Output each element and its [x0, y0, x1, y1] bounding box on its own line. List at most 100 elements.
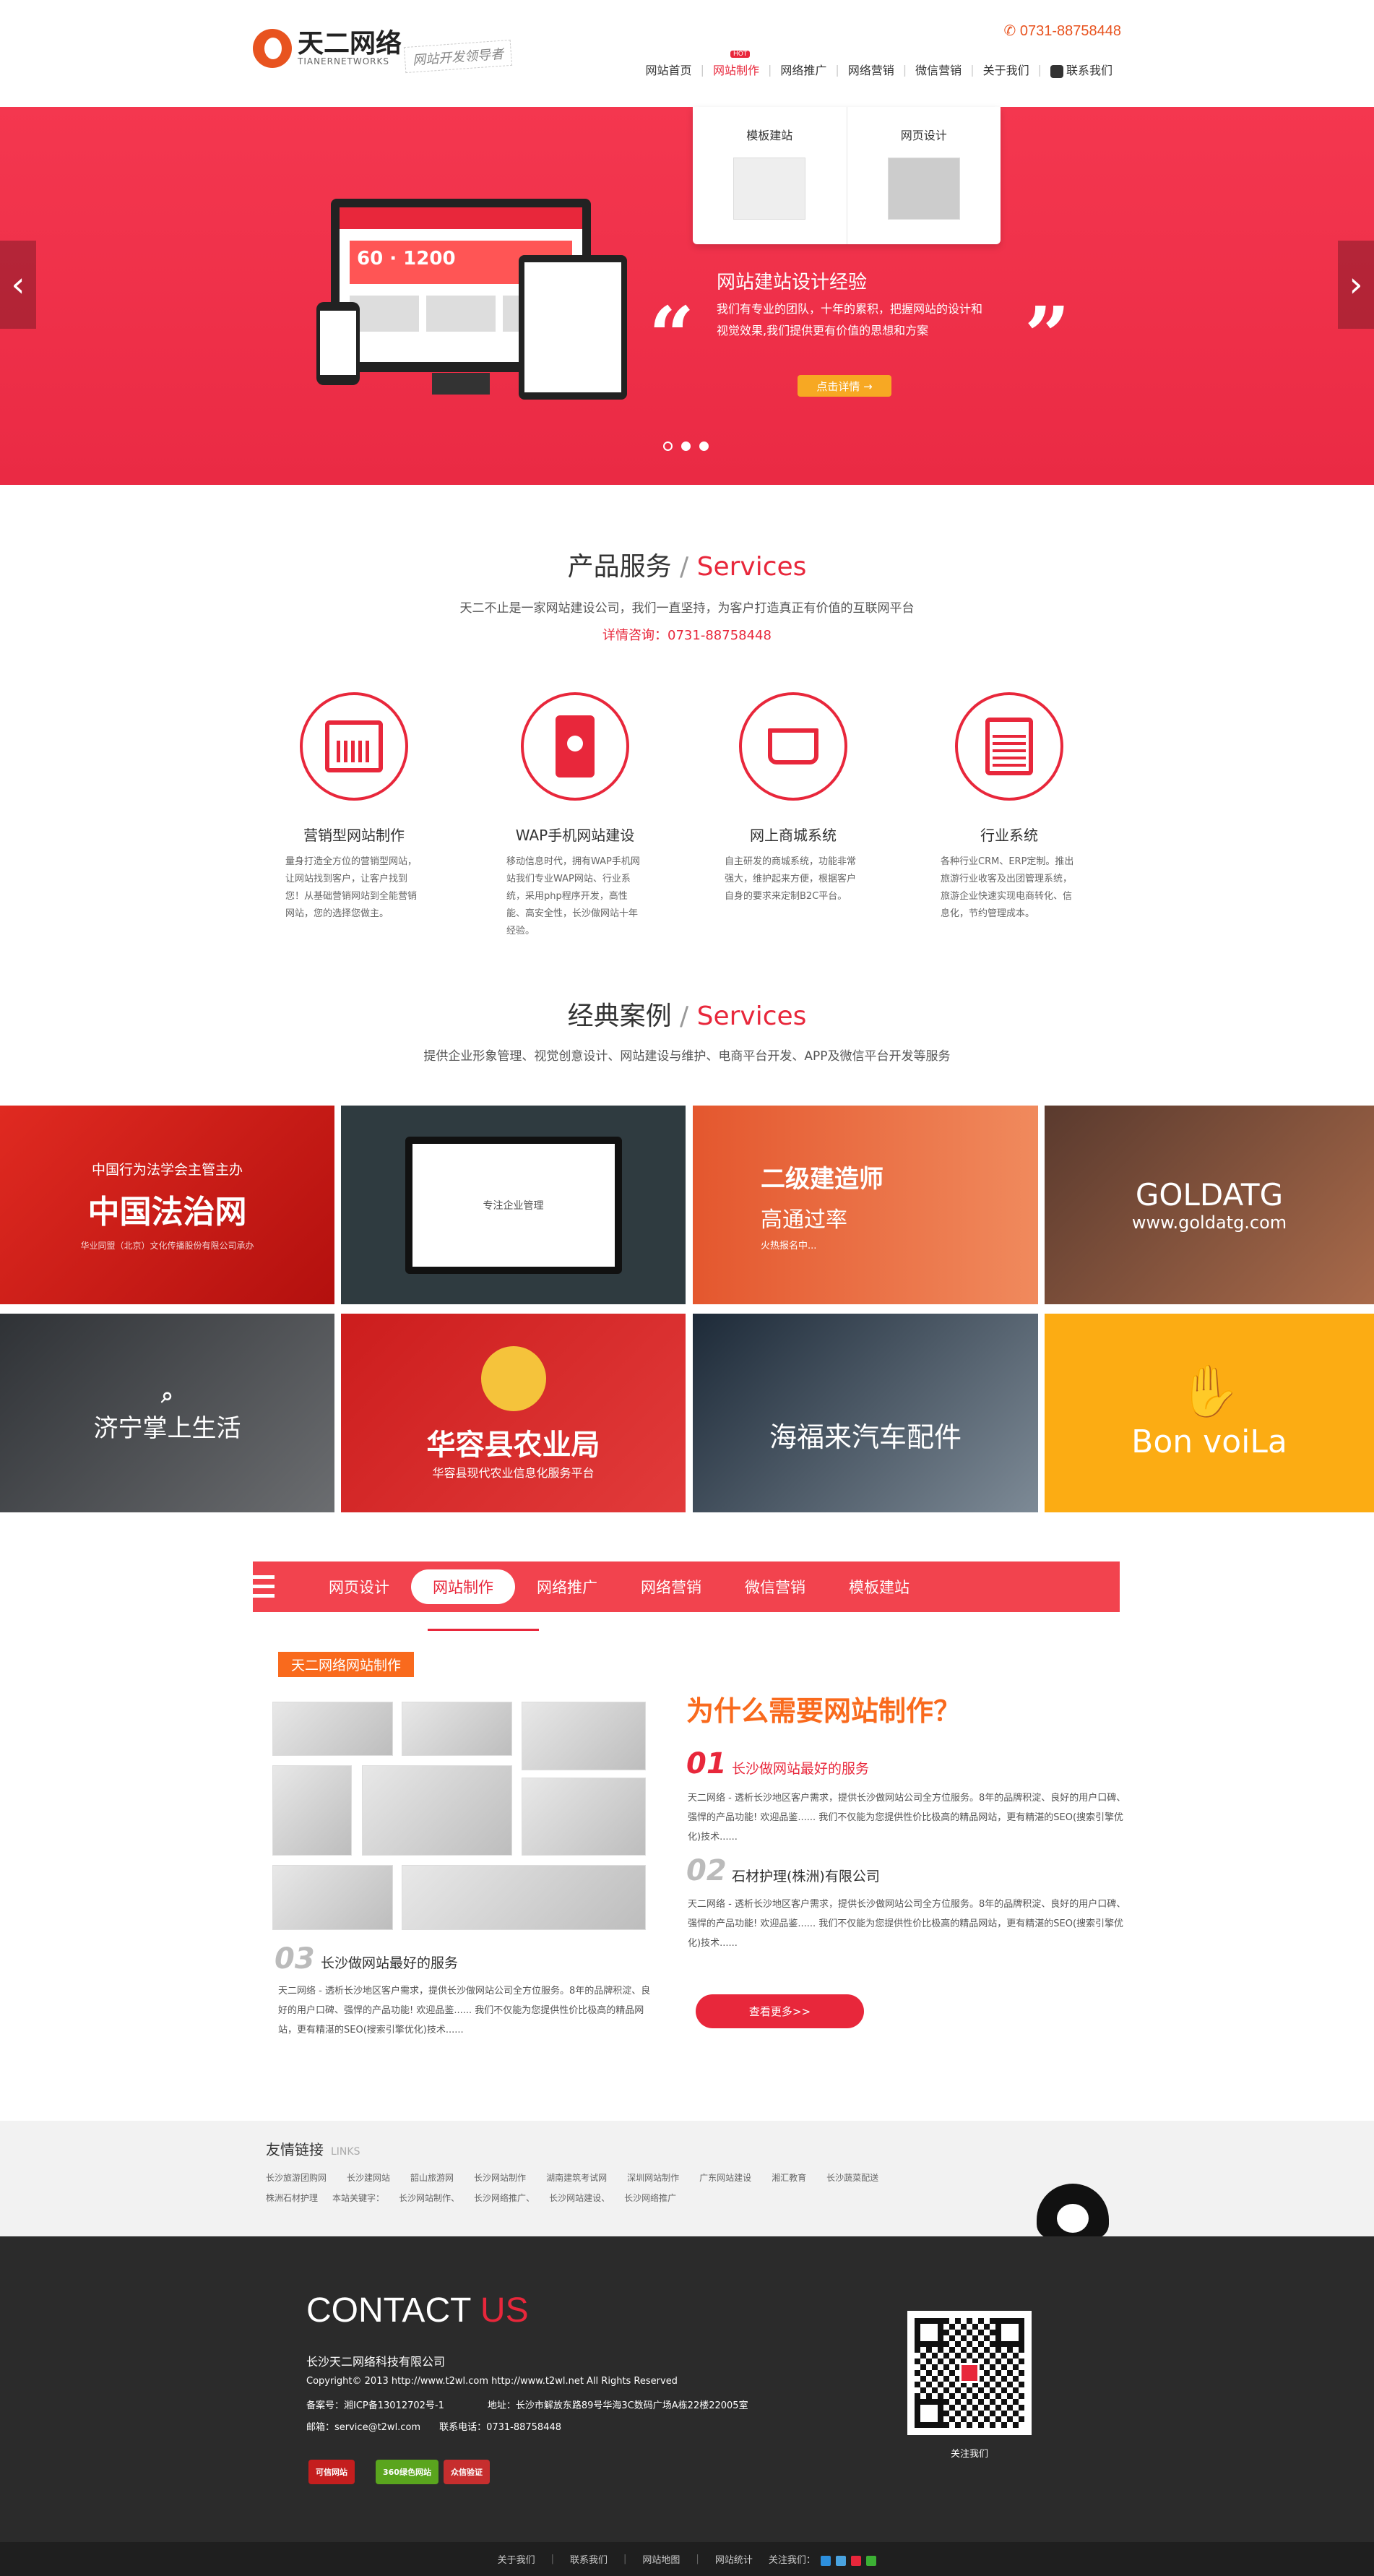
service-title: 营销型网站制作 — [303, 827, 405, 844]
icp-number: 备案号：湘ICP备13012702号-1 地址：长沙市解放东路89号华海3C数码广… — [306, 2400, 748, 2411]
case-legal[interactable]: 中国行为法学会主管主办 中国法治网 华业同盟（北京）文化传播股份有限公司承办 — [0, 1106, 334, 1304]
tab-underline — [428, 1629, 539, 1631]
friend-link[interactable]: 长沙建网站 — [347, 2171, 390, 2184]
wechat-icon[interactable] — [866, 2555, 877, 2566]
tab-website-production[interactable]: 网站制作 — [411, 1569, 515, 1604]
service-card[interactable]: WAP手机网站建设 移动信息时代，拥有WAP手机网站我们专业WAP网站、行业系统… — [492, 692, 658, 940]
item-title[interactable]: 长沙做网站最好的服务 — [732, 1758, 869, 1778]
friend-links: 友情链接 LINKS 长沙旅游团购网 长沙建网站 韶山旅游网 长沙网站制作 湖南建… — [0, 2121, 1374, 2236]
item-title[interactable]: 长沙做网站最好的服务 — [321, 1952, 458, 1972]
news-icon — [955, 692, 1063, 801]
nav-contact[interactable]: 联系我们 — [1042, 61, 1121, 78]
case-devices[interactable]: 专注企业管理 — [341, 1106, 686, 1304]
case-autoparts[interactable]: 海福来汽车配件 — [693, 1314, 1038, 1512]
nav-promotion[interactable]: 网络推广 — [772, 61, 835, 78]
banner-detail-button[interactable]: 点击详情 → — [798, 375, 891, 397]
renren-icon[interactable] — [851, 2555, 862, 2566]
service-text: 移动信息时代，拥有WAP手机网站我们专业WAP网站、行业系统，采用php程序开发… — [506, 856, 640, 936]
user-icon — [1050, 64, 1063, 78]
tab-templates[interactable]: 模板建站 — [827, 1569, 931, 1604]
contact-heading: CONTACT US — [306, 2291, 529, 2330]
footer-link-about[interactable]: 关于我们 — [498, 2552, 535, 2566]
photo-meeting — [272, 1702, 393, 1756]
nav-about[interactable]: 关于我们 — [975, 61, 1038, 78]
friend-link[interactable]: 湘汇教育 — [772, 2171, 806, 2184]
service-card[interactable]: 网上商城系统 自主研发的商城系统，功能非常强大，维护起来方便，根据客户自身的要求… — [710, 692, 876, 905]
case-agriculture[interactable]: 华容县农业局 华容县现代农业信息化服务平台 — [341, 1314, 686, 1512]
friend-link[interactable]: 韶山旅游网 — [410, 2171, 454, 2184]
service-card[interactable]: 营销型网站制作 量身打造全方位的营销型网站，让网站找到客户，让客户找到您！从基础… — [271, 692, 437, 923]
nav-home[interactable]: 网站首页 — [637, 61, 701, 78]
case-jining[interactable]: ⌕ 济宁掌上生活 — [0, 1314, 334, 1512]
verify-badge[interactable]: 众信验证 — [444, 2460, 490, 2484]
360-badge[interactable]: 360绿色网站 — [376, 2460, 438, 2484]
friend-link[interactable]: 湖南建筑考试网 — [546, 2171, 607, 2184]
case-goldatg[interactable]: GOLDATG www.goldatg.com — [1045, 1106, 1374, 1304]
service-text: 量身打造全方位的营销型网站，让网站找到客户，让客户找到您！从基础营销网站到全能营… — [285, 856, 418, 919]
service-card[interactable]: 行业系统 各种行业CRM、ERP定制。推出旅游行业收客及出团管理系统，旅游企业快… — [926, 692, 1092, 923]
friend-link[interactable]: 广东网站建设 — [699, 2171, 751, 2184]
prev-arrow[interactable]: ‹ — [0, 241, 36, 329]
view-more-button[interactable]: 查看更多>> — [696, 1994, 864, 2028]
logo-icon — [253, 29, 292, 68]
friend-link[interactable]: 深圳网站制作 — [627, 2171, 679, 2184]
tab-wechat[interactable]: 微信营销 — [723, 1569, 827, 1604]
dropdown-web-design[interactable]: 网页设计 — [847, 107, 1001, 244]
nav-marketing[interactable]: 网络营销 — [839, 61, 903, 78]
nav-website-label: 网站制作 — [712, 64, 759, 77]
service-title: 行业系统 — [980, 827, 1038, 844]
keywords-label: 本站关键字： — [332, 2193, 385, 2203]
keyword-link[interactable]: 长沙网站制作、 — [399, 2192, 459, 2204]
photo-binders — [272, 1865, 393, 1930]
mobile-icon — [521, 692, 629, 801]
logo-en: TIANERNETWORKS — [298, 56, 389, 66]
friend-link[interactable]: 长沙旅游团购网 — [266, 2171, 327, 2184]
keyword-link[interactable]: 长沙网站建设、 — [549, 2192, 610, 2204]
footer-link-contact[interactable]: 联系我们 — [570, 2552, 608, 2566]
site-header: 天二网络 TIANERNETWORKS 网站开发领导者 ✆ 0731-88758… — [0, 0, 1374, 107]
item-title[interactable]: 石材护理(株洲)有限公司 — [732, 1866, 880, 1885]
qr-label: 关注我们 — [950, 2449, 988, 2460]
contact-info: 邮箱：service@t2wl.com 联系电话：0731-88758448 — [306, 2422, 562, 2433]
slide-dot[interactable] — [681, 441, 691, 451]
trusted-site-badge[interactable]: 可信网站 — [308, 2460, 355, 2484]
copyright: Copyright© 2013 http://www.t2wl.com http… — [306, 2376, 678, 2387]
hot-badge: HOT — [730, 51, 751, 58]
links-row: 长沙旅游团购网 长沙建网站 韶山旅游网 长沙网站制作 湖南建筑考试网 深圳网站制… — [266, 2171, 878, 2184]
dropdown-template-site[interactable]: 模板建站 — [693, 107, 847, 244]
computer-thumbnail — [733, 158, 806, 220]
keyword-link[interactable]: 长沙网络推广 — [624, 2192, 676, 2204]
footer-link-sitemap[interactable]: 网站地图 — [642, 2552, 680, 2566]
weibo-icon[interactable] — [820, 2555, 831, 2566]
nav-wechat[interactable]: 微信营销 — [907, 61, 970, 78]
slide-dot[interactable] — [699, 441, 709, 451]
next-arrow[interactable]: › — [1338, 241, 1374, 329]
hero-banner: ‹ › 60 · 1200 “ ” 网站建站设计经验 我们有专业的团队，十年的累… — [0, 107, 1374, 485]
case-bonvoila[interactable]: ✋ Bon voiLa — [1045, 1314, 1374, 1512]
logo[interactable]: 天二网络 TIANERNETWORKS — [253, 29, 402, 68]
slide-dot[interactable] — [663, 441, 673, 451]
tencent-icon[interactable] — [836, 2555, 847, 2566]
service-text: 各种行业CRM、ERP定制。推出旅游行业收客及出团管理系统，旅游企业快速实现电商… — [941, 856, 1074, 919]
tab-marketing[interactable]: 网络营销 — [619, 1569, 723, 1604]
item-text: 天二网络 - 透析长沙地区客户需求，提供长沙做网站公司全方位服务。8年的品牌积淀… — [278, 1986, 651, 2036]
open-quote: “ — [649, 289, 695, 382]
services-subtitle: 天二不止是一家网站建设公司，我们一直坚持，为客户打造真正有价值的互联网平台 — [459, 601, 915, 616]
friend-link[interactable]: 株洲石材护理 — [266, 2192, 318, 2204]
keyword-link[interactable]: 长沙网络推广、 — [474, 2192, 535, 2204]
service-text: 自主研发的商城系统，功能非常强大，维护起来方便，根据客户自身的要求来定制B2C平… — [725, 856, 857, 902]
friend-link[interactable]: 长沙蔬菜配送 — [826, 2171, 878, 2184]
tab-promotion[interactable]: 网络推广 — [515, 1569, 619, 1604]
nav-website[interactable]: HOT 网站制作 — [704, 51, 768, 78]
photo-tablet — [402, 1702, 512, 1756]
services-hotline: 详情咨询：0731-88758448 — [602, 628, 772, 643]
footer-link-stats[interactable]: 网站统计 — [715, 2552, 753, 2566]
tab-web-design[interactable]: 网页设计 — [307, 1569, 411, 1604]
friend-link[interactable]: 长沙网站制作 — [474, 2171, 526, 2184]
why-heading: 为什么需要网站制作？ — [686, 1695, 962, 1727]
emblem-icon — [480, 1345, 546, 1411]
case-constructor[interactable]: 二级建造师 高通过率 火热报名中... — [693, 1106, 1038, 1304]
design-thumbnail — [887, 158, 960, 220]
slogan-stamp: 网站开发领导者 — [403, 39, 513, 74]
links-row: 株洲石材护理 本站关键字： 长沙网站制作、 长沙网络推广、 长沙网站建设、 长沙… — [266, 2192, 676, 2204]
